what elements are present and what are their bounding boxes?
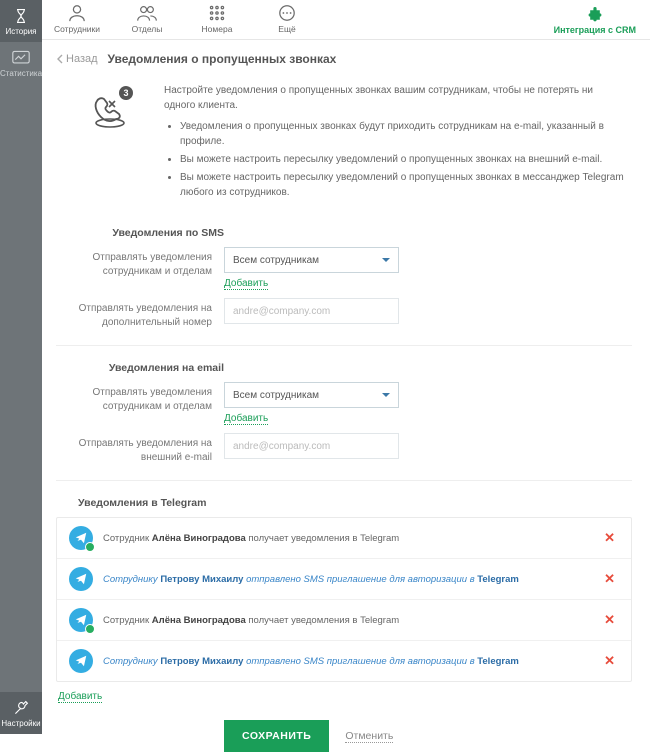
telegram-row: Сотруднику Петрову Михаилу отправлено SM… xyxy=(57,559,631,600)
nav-crm-integration[interactable]: Интеграция с CRM xyxy=(554,0,650,39)
nav-label: Сотрудники xyxy=(54,24,100,34)
intro-lead: Настройте уведомления о пропущенных звон… xyxy=(164,83,624,113)
section-title: Уведомления по SMS xyxy=(56,227,224,239)
nav-numbers[interactable]: Номера xyxy=(182,0,252,39)
sidebar-item-settings[interactable]: Настройки xyxy=(0,692,42,734)
more-icon xyxy=(276,4,298,22)
sms-add-link[interactable]: Добавить xyxy=(224,278,268,290)
main-content: Назад Уведомления о пропущенных звонках … xyxy=(42,40,650,734)
hourglass-icon xyxy=(12,8,30,24)
select-value: Всем сотрудникам xyxy=(233,255,319,266)
person-icon xyxy=(66,4,88,22)
nav-departments[interactable]: Отделы xyxy=(112,0,182,39)
divider xyxy=(56,480,632,481)
telegram-avatar xyxy=(69,526,93,550)
footer-actions: СОХРАНИТЬ Отменить xyxy=(56,702,632,752)
telegram-row: Сотруднику Петрову Михаилу отправлено SM… xyxy=(57,641,631,681)
status-badge-ok xyxy=(85,624,95,634)
sms-section: Уведомления по SMS Отправлять уведомлени… xyxy=(56,227,632,329)
email-extra-input[interactable]: andre@company.com xyxy=(224,433,399,459)
select-value: Всем сотрудникам xyxy=(233,390,319,401)
intro-bullet: Уведомления о пропущенных звонках будут … xyxy=(180,119,624,149)
telegram-row-text: Сотруднику Петрову Михаилу отправлено SM… xyxy=(103,656,590,667)
field-label: Отправлять уведомления сотрудникам и отд… xyxy=(56,382,224,413)
divider xyxy=(56,345,632,346)
nav-label: Отделы xyxy=(132,24,163,34)
nav-label: Ещё xyxy=(278,24,295,34)
intro-bullet: Вы можете настроить пересылку уведомлени… xyxy=(180,170,624,200)
telegram-avatar xyxy=(69,567,93,591)
sms-extra-input[interactable]: andre@company.com xyxy=(224,298,399,324)
cancel-button[interactable]: Отменить xyxy=(345,730,393,743)
intro-block: 3 Настройте уведомления о пропущенных зв… xyxy=(56,69,632,221)
nav-label: Номера xyxy=(202,24,233,34)
nav-more[interactable]: Ещё xyxy=(252,0,322,39)
left-sidebar: История Статистика Настройки xyxy=(0,0,42,734)
sidebar-label: История xyxy=(5,27,36,36)
delete-button[interactable]: ✕ xyxy=(600,612,619,628)
page-title: Уведомления о пропущенных звонках xyxy=(108,52,337,66)
chevron-left-icon xyxy=(56,54,63,64)
email-add-link[interactable]: Добавить xyxy=(224,413,268,425)
telegram-list: Сотрудник Алёна Виноградова получает уве… xyxy=(56,517,632,682)
nav-employees[interactable]: Сотрудники xyxy=(42,0,112,39)
people-icon xyxy=(136,4,158,22)
telegram-avatar xyxy=(69,649,93,673)
telegram-row-text: Сотрудник Алёна Виноградова получает уве… xyxy=(103,615,590,626)
field-label: Отправлять уведомления на дополнительный… xyxy=(56,298,224,329)
back-link[interactable]: Назад xyxy=(56,53,98,65)
sidebar-item-stats[interactable]: Статистика xyxy=(0,42,42,84)
svg-text:3: 3 xyxy=(123,88,128,98)
telegram-section: Уведомления в Telegram Сотрудник Алёна В… xyxy=(56,497,632,702)
chevron-down-icon xyxy=(382,393,390,397)
puzzle-icon xyxy=(585,7,605,23)
intro-bullets: Уведомления о пропущенных звонках будут … xyxy=(180,119,624,200)
save-button[interactable]: СОХРАНИТЬ xyxy=(224,720,329,752)
sidebar-label: Статистика xyxy=(0,69,42,78)
intro-text: Настройте уведомления о пропущенных звон… xyxy=(164,83,624,203)
telegram-icon xyxy=(69,567,93,591)
telegram-avatar xyxy=(69,608,93,632)
nav-label: Интеграция с CRM xyxy=(554,25,636,35)
dialpad-icon xyxy=(206,4,228,22)
chevron-down-icon xyxy=(382,258,390,262)
intro-bullet: Вы можете настроить пересылку уведомлени… xyxy=(180,152,624,167)
telegram-row: Сотрудник Алёна Виноградова получает уве… xyxy=(57,518,631,559)
tools-icon xyxy=(12,700,30,716)
delete-button[interactable]: ✕ xyxy=(600,653,619,669)
status-badge-ok xyxy=(85,542,95,552)
breadcrumb: Назад Уведомления о пропущенных звонках xyxy=(56,52,336,66)
chart-icon xyxy=(12,50,30,66)
sms-recipients-select[interactable]: Всем сотрудникам xyxy=(224,247,399,273)
telegram-row-text: Сотруднику Петрову Михаилу отправлено SM… xyxy=(103,574,590,585)
email-section: Уведомления на email Отправлять уведомле… xyxy=(56,362,632,464)
telegram-row-text: Сотрудник Алёна Виноградова получает уве… xyxy=(103,533,590,544)
field-label: Отправлять уведомления на внешний e-mail xyxy=(56,433,224,464)
telegram-add-link[interactable]: Добавить xyxy=(58,691,102,703)
delete-button[interactable]: ✕ xyxy=(600,571,619,587)
section-title: Уведомления в Telegram xyxy=(56,497,632,517)
telegram-row: Сотрудник Алёна Виноградова получает уве… xyxy=(57,600,631,641)
missed-call-icon: 3 xyxy=(86,83,146,203)
email-recipients-select[interactable]: Всем сотрудникам xyxy=(224,382,399,408)
delete-button[interactable]: ✕ xyxy=(600,530,619,546)
telegram-icon xyxy=(69,649,93,673)
sidebar-item-history[interactable]: История xyxy=(0,0,42,42)
top-nav: Сотрудники Отделы Номера Ещё Интеграция … xyxy=(42,0,650,40)
field-label: Отправлять уведомления сотрудникам и отд… xyxy=(56,247,224,278)
section-title: Уведомления на email xyxy=(56,362,224,374)
sidebar-label: Настройки xyxy=(1,719,40,728)
